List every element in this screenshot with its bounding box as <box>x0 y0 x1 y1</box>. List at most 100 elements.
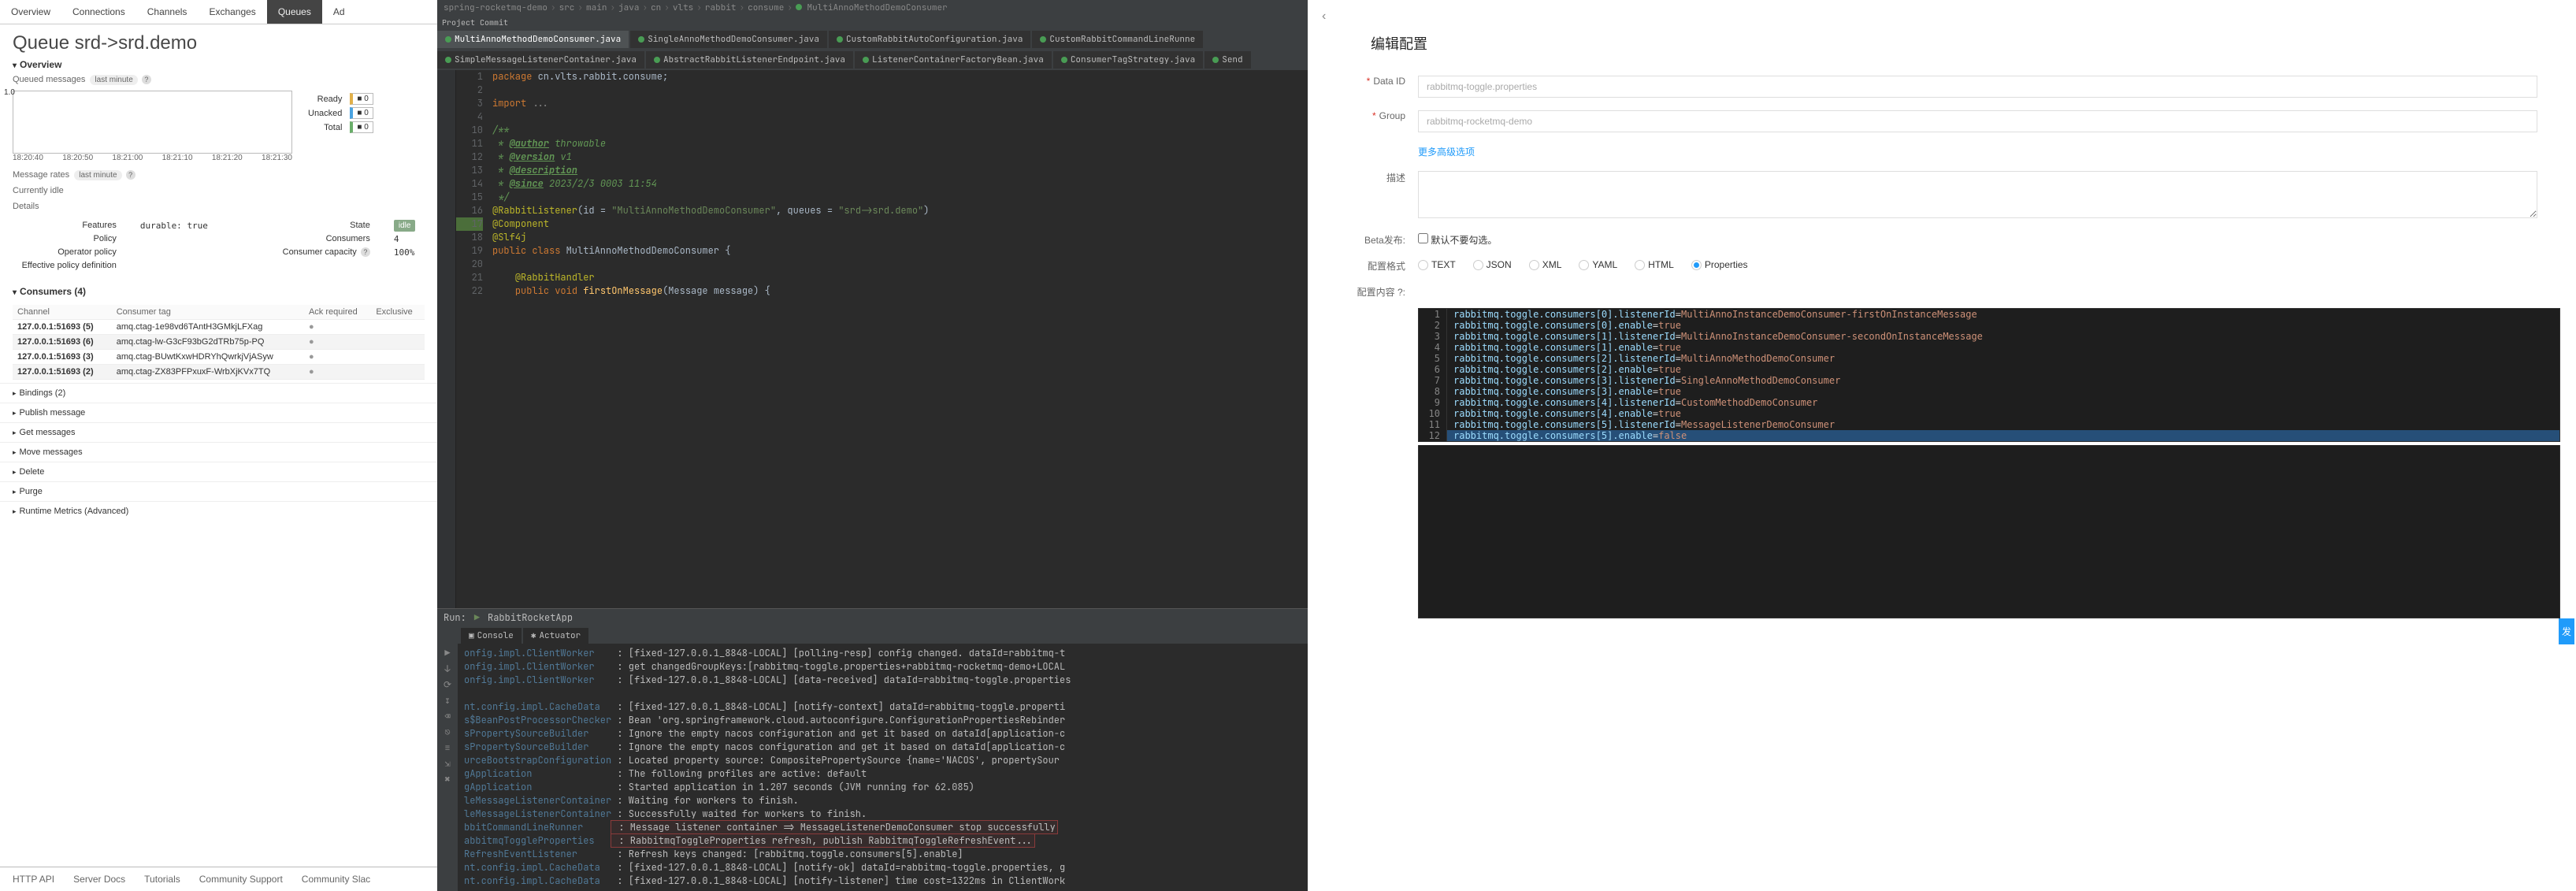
format-radio-xml[interactable]: XML <box>1529 259 1562 270</box>
format-radio-text[interactable]: TEXT <box>1418 259 1456 270</box>
format-radio-yaml[interactable]: YAML <box>1579 259 1617 270</box>
cfg-line[interactable]: 10rabbitmq.toggle.consumers[4].enable=tr… <box>1419 408 2559 419</box>
cfg-line[interactable]: 6rabbitmq.toggle.consumers[2].enable=tru… <box>1419 364 2559 375</box>
run-action-icon[interactable]: ▶ <box>441 647 454 659</box>
beta-checkbox[interactable]: 默认不要勾选。 <box>1418 235 1497 246</box>
config-editor-empty[interactable] <box>1418 445 2560 618</box>
code-line[interactable]: public class MultiAnnoMethodDemoConsumer… <box>492 244 1308 258</box>
nav-tab-exchanges[interactable]: Exchanges <box>198 0 266 24</box>
footer-link[interactable]: HTTP API <box>13 874 54 885</box>
run-action-icon[interactable]: ↓ <box>441 663 454 675</box>
code-line[interactable]: @Slf4j <box>492 231 1308 244</box>
code-line[interactable]: * @since 2023/2/3 0003 11:54 <box>492 177 1308 191</box>
run-action-icon[interactable]: ⌫ <box>441 710 454 722</box>
footer-link[interactable]: Server Docs <box>73 874 125 885</box>
console[interactable]: onfig.impl.ClientWorker : [fixed-127.0.0… <box>458 644 1077 891</box>
cfg-line[interactable]: 7rabbitmq.toggle.consumers[3].listenerId… <box>1419 375 2559 386</box>
help-icon[interactable]: ? <box>1397 287 1403 298</box>
run-action-icon[interactable]: ⇲ <box>441 757 454 770</box>
cfg-line[interactable]: 9rabbitmq.toggle.consumers[4].listenerId… <box>1419 397 2559 408</box>
run-action-icon[interactable]: ✖ <box>441 773 454 785</box>
more-options-link[interactable]: 更多高级选项 <box>1418 147 1475 158</box>
code-line[interactable]: @RabbitHandler <box>492 271 1308 284</box>
nav-tab-queues[interactable]: Queues <box>267 0 322 24</box>
action-purge[interactable]: Purge <box>0 481 437 501</box>
desc-textarea[interactable] <box>1418 171 2537 218</box>
cfg-line[interactable]: 12rabbitmq.toggle.consumers[5].enable=fa… <box>1419 430 2559 441</box>
editor-tab[interactable]: ConsumerTagStrategy.java <box>1053 51 1203 69</box>
run-action-icon[interactable]: ≡ <box>441 741 454 754</box>
cfg-line[interactable]: 4rabbitmq.toggle.consumers[1].enable=tru… <box>1419 342 2559 353</box>
breadcrumb-seg[interactable]: vlts <box>673 2 693 13</box>
section-overview[interactable]: Overview <box>0 54 437 75</box>
format-radio-properties[interactable]: Properties <box>1691 259 1748 270</box>
timerange-pill[interactable]: last minute <box>90 75 137 85</box>
code-line[interactable]: * @author throwable <box>492 137 1308 150</box>
action-delete[interactable]: Delete <box>0 462 437 481</box>
help-icon[interactable]: ? <box>126 170 135 180</box>
nav-tab-connections[interactable]: Connections <box>61 0 136 24</box>
run-action-icon[interactable]: ↧ <box>441 694 454 707</box>
breadcrumb-seg[interactable]: java <box>618 2 639 13</box>
breadcrumb-seg[interactable]: src <box>559 2 575 13</box>
table-row[interactable]: 127.0.0.1:51693 (3)amq.ctag-BUwtKxwHDRYh… <box>13 350 425 365</box>
nav-tab-overview[interactable]: Overview <box>0 0 61 24</box>
tool-tab-commit[interactable]: Commit <box>480 17 508 28</box>
footer-link[interactable]: Community Support <box>199 874 283 885</box>
cfg-line[interactable]: 5rabbitmq.toggle.consumers[2].listenerId… <box>1419 353 2559 364</box>
editor-tab[interactable]: SimpleMessageListenerContainer.java <box>437 51 644 69</box>
breadcrumb-seg[interactable]: spring-rocketmq-demo <box>444 2 547 13</box>
action-get-messages[interactable]: Get messages <box>0 422 437 442</box>
editor-tab[interactable]: MultiAnnoMethodDemoConsumer.java <box>437 31 629 48</box>
tool-tab-project[interactable]: Project <box>442 17 475 28</box>
breadcrumb-seg[interactable]: rabbit <box>705 2 737 13</box>
breadcrumb-class[interactable]: MultiAnnoMethodDemoConsumer <box>796 2 948 13</box>
format-radio-json[interactable]: JSON <box>1473 259 1512 270</box>
code-line[interactable] <box>492 110 1308 124</box>
footer-link[interactable]: Community Slac <box>302 874 370 885</box>
editor-tab[interactable]: CustomRabbitCommandLineRunne <box>1032 31 1203 48</box>
table-row[interactable]: 127.0.0.1:51693 (6)amq.ctag-lw-G3cF93bG2… <box>13 335 425 350</box>
cfg-line[interactable]: 1rabbitmq.toggle.consumers[0].listenerId… <box>1419 309 2559 320</box>
code-area[interactable]: package cn.vlts.rabbit.consume; import .… <box>489 70 1308 608</box>
action-publish-message[interactable]: Publish message <box>0 403 437 422</box>
editor[interactable]: 123410111213141516171819202122 package c… <box>437 70 1308 608</box>
code-line[interactable]: @Component <box>492 217 1308 231</box>
breadcrumb-seg[interactable]: main <box>586 2 607 13</box>
nav-tab-channels[interactable]: Channels <box>136 0 199 24</box>
editor-tab[interactable]: Send <box>1204 51 1250 69</box>
code-line[interactable]: package cn.vlts.rabbit.consume; <box>492 70 1308 84</box>
timerange-pill-2[interactable]: last minute <box>74 170 121 180</box>
section-consumers[interactable]: Consumers (4) <box>0 281 437 302</box>
editor-tab[interactable]: ListenerContainerFactoryBean.java <box>855 51 1052 69</box>
nav-tab-ad[interactable]: Ad <box>322 0 356 24</box>
editor-tab[interactable]: SingleAnnoMethodDemoConsumer.java <box>630 31 827 48</box>
run-tab-actuator[interactable]: ✱Actuator <box>523 628 588 644</box>
code-line[interactable] <box>492 258 1308 271</box>
code-line[interactable]: /** <box>492 124 1308 137</box>
editor-tab[interactable]: CustomRabbitAutoConfiguration.java <box>829 31 1030 48</box>
footer-link[interactable]: Tutorials <box>144 874 180 885</box>
code-line[interactable]: * @version v1 <box>492 150 1308 164</box>
run-action-icon[interactable]: ⎋ <box>441 726 454 738</box>
run-tab-console[interactable]: ▣Console <box>461 628 522 644</box>
cfg-line[interactable]: 3rabbitmq.toggle.consumers[1].listenerId… <box>1419 331 2559 342</box>
action-move-messages[interactable]: Move messages <box>0 442 437 462</box>
cfg-line[interactable]: 2rabbitmq.toggle.consumers[0].enable=tru… <box>1419 320 2559 331</box>
action-bindings-2-[interactable]: Bindings (2) <box>0 383 437 403</box>
code-line[interactable]: */ <box>492 191 1308 204</box>
breadcrumb-seg[interactable]: consume <box>748 2 784 13</box>
action-runtime-metrics-advanced-[interactable]: Runtime Metrics (Advanced) <box>0 501 437 521</box>
table-row[interactable]: 127.0.0.1:51693 (5)amq.ctag-1e98vd6TAntH… <box>13 320 425 335</box>
code-line[interactable]: public void firstOnMessage(Message messa… <box>492 284 1308 298</box>
format-radio-html[interactable]: HTML <box>1635 259 1674 270</box>
dataid-input[interactable] <box>1418 76 2537 98</box>
help-icon[interactable]: ? <box>361 247 370 257</box>
cfg-line[interactable]: 8rabbitmq.toggle.consumers[3].enable=tru… <box>1419 386 2559 397</box>
code-line[interactable] <box>492 84 1308 97</box>
code-line[interactable]: @RabbitListener(id = "MultiAnnoMethodDem… <box>492 204 1308 217</box>
publish-button[interactable]: 发 <box>2559 618 2574 644</box>
code-line[interactable]: * @description <box>492 164 1308 177</box>
table-row[interactable]: 127.0.0.1:51693 (2)amq.ctag-ZX83PFPxuxF-… <box>13 365 425 380</box>
code-line[interactable]: import ... <box>492 97 1308 110</box>
